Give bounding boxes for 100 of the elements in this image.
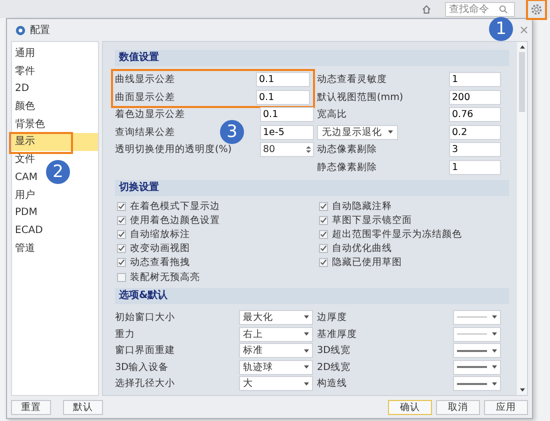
checkbox[interactable]: [117, 258, 126, 268]
caret-icon: [304, 332, 309, 336]
dropdown[interactable]: 最大化: [239, 310, 313, 325]
checkbox[interactable]: [117, 272, 126, 282]
checkbox-label: 隐藏已使用草图: [332, 256, 402, 270]
search-field[interactable]: 查找命令: [445, 2, 515, 16]
input-field[interactable]: 0.1: [256, 72, 310, 88]
settings-icon[interactable]: [530, 2, 543, 16]
footer-button[interactable]: 确认: [388, 400, 432, 414]
input-field[interactable]: 0.76: [449, 107, 501, 122]
sidebar-item[interactable]: 用户: [12, 186, 38, 204]
caret-icon: [388, 130, 393, 134]
field-label: 宽高比: [317, 108, 347, 122]
field-label: 3D线宽: [317, 344, 350, 358]
caret-icon: [492, 382, 497, 386]
checkbox[interactable]: [117, 230, 126, 239]
sidebar-item[interactable]: 管道: [12, 240, 38, 258]
checkbox[interactable]: [319, 258, 328, 268]
field-label: 初始窗口大小: [115, 310, 175, 324]
field-label: 3D输入设备: [115, 360, 168, 374]
footer-button[interactable]: 应用: [484, 400, 528, 414]
dropdown[interactable]: 轨迹球: [239, 360, 313, 375]
sidebar-item[interactable]: 2D: [12, 80, 32, 98]
checkbox[interactable]: [117, 216, 126, 225]
caret-icon: [492, 315, 497, 320]
search-icon: [499, 4, 508, 14]
scroll-up-icon[interactable]: [520, 45, 524, 49]
field-label: 默认视图范围(mm): [317, 90, 404, 104]
field-label: 着色边显示公差: [115, 108, 185, 122]
input-field[interactable]: 1: [449, 72, 501, 88]
sidebar-item[interactable]: 显示: [12, 133, 98, 152]
checkbox[interactable]: [319, 244, 328, 254]
checkbox-label: 超出范围零件显示为冻结颜色: [332, 228, 462, 241]
checkbox[interactable]: [319, 230, 328, 239]
field-label: 基准厚度: [317, 328, 357, 341]
field-label: 窗口界面重建: [115, 344, 175, 358]
input-field[interactable]: 1: [449, 160, 501, 175]
caret-icon: [492, 348, 497, 353]
checkbox-label: 自动隐藏注释: [332, 200, 392, 213]
dropdown[interactable]: 右上: [239, 326, 313, 342]
spinner-arrows-icon[interactable]: [306, 145, 311, 154]
sidebar-item[interactable]: 背景色: [12, 116, 48, 134]
section-header: 选项&默认: [115, 288, 509, 304]
caret-icon: [492, 365, 497, 370]
spin-field[interactable]: 80: [260, 142, 314, 158]
checkbox-label: 在着色模式下显示边: [130, 200, 220, 213]
input-field[interactable]: 0.1: [256, 90, 310, 105]
dropdown[interactable]: 无边显示退化: [317, 124, 398, 140]
input-field[interactable]: 1e-5: [260, 124, 314, 140]
checkbox[interactable]: [117, 244, 126, 254]
section-header: 切换设置: [115, 180, 509, 196]
caret-icon: [304, 315, 309, 320]
sidebar-item[interactable]: CAM: [12, 168, 40, 186]
input-field[interactable]: 3: [449, 142, 501, 158]
field-label: 边厚度: [317, 310, 347, 324]
sidebar-item[interactable]: 零件: [12, 62, 38, 80]
field-label: 构造线: [317, 377, 347, 390]
scroll-down-icon[interactable]: [520, 388, 524, 392]
field-label: 查询结果公差: [115, 126, 175, 139]
sidebar-item[interactable]: PDM: [12, 204, 40, 222]
input-field[interactable]: 200: [449, 90, 501, 105]
sidebar-item[interactable]: ECAD: [12, 222, 46, 240]
checkbox-label: 使用着色边颜色设置: [130, 214, 220, 227]
field-label: 2D线宽: [317, 360, 350, 374]
checkbox[interactable]: [319, 216, 328, 225]
caret-icon: [492, 332, 497, 336]
field-label: 动态像素剔除: [317, 143, 377, 156]
app-icon: [15, 24, 26, 36]
field-label: 曲面显示公差: [115, 90, 175, 104]
field-label: 静态像素剔除: [317, 160, 377, 174]
caret-icon: [304, 365, 309, 370]
caret-icon: [304, 382, 309, 386]
checkbox[interactable]: [117, 202, 126, 211]
field-label: 动态查看灵敏度: [317, 73, 387, 86]
field-label: 曲线显示公差: [115, 73, 175, 86]
field-label: 透明切换使用的透明度(%): [115, 143, 232, 156]
section-header: 数值设置: [115, 50, 509, 66]
checkbox-label: 装配树无预高亮: [130, 270, 200, 284]
field-label: 重力: [115, 328, 135, 341]
sidebar-item[interactable]: 通用: [12, 45, 38, 63]
checkbox[interactable]: [319, 202, 328, 211]
footer-button[interactable]: 重置: [11, 400, 51, 414]
checkbox-label: 自动优化曲线: [332, 242, 392, 256]
dropdown[interactable]: 标准: [239, 343, 313, 358]
scrollbar[interactable]: [517, 42, 527, 395]
checkbox-label: 草图下显示镜空面: [332, 214, 412, 227]
field-label: 选择孔径大小: [115, 377, 175, 390]
line-style-dropdown[interactable]: [453, 376, 501, 392]
line-style-dropdown[interactable]: [453, 343, 501, 358]
dropdown[interactable]: 大: [239, 376, 313, 392]
footer-button[interactable]: 取消: [436, 400, 480, 414]
input-field[interactable]: 0.1: [260, 107, 314, 122]
footer-button[interactable]: 默认: [63, 400, 103, 414]
sidebar-item[interactable]: 颜色: [12, 98, 38, 116]
line-style-dropdown[interactable]: [453, 360, 501, 375]
home-icon[interactable]: [422, 4, 431, 14]
caret-icon: [304, 348, 309, 353]
input-field[interactable]: 0.2: [449, 124, 501, 140]
sidebar-item[interactable]: 文件: [12, 151, 38, 169]
checkbox-label: 动态查看拖拽: [130, 256, 190, 270]
